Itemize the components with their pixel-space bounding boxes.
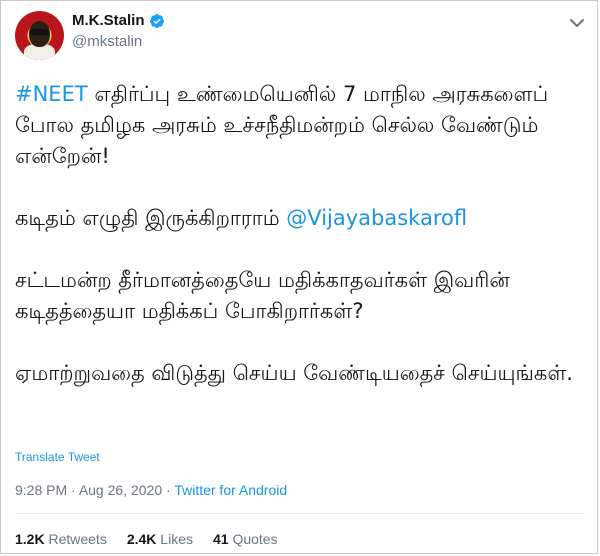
meta-separator: ·	[67, 482, 79, 498]
retweets-count: 1.2K	[15, 531, 45, 547]
likes-stat[interactable]: 2.4K Likes	[127, 531, 193, 547]
tweet-card: M.K.Stalin @mkstalin #NEET எதிர்ப்பு உண்…	[0, 0, 598, 554]
avatar-glasses	[30, 29, 49, 35]
meta-separator: ·	[162, 482, 175, 498]
tweet-time[interactable]: 9:28 PM	[15, 482, 67, 498]
tweet-date[interactable]: Aug 26, 2020	[79, 482, 162, 498]
likes-label: Likes	[156, 531, 193, 547]
more-options-chevron-icon[interactable]	[567, 13, 587, 33]
tweet-source-link[interactable]: Twitter for Android	[174, 482, 287, 498]
tweet-paragraph-2-text: கடிதம் எழுதி இருக்கிறாராம்	[15, 206, 287, 230]
mention-link[interactable]: @Vijayabaskarofl	[286, 206, 467, 230]
tweet-paragraph-1: #NEET எதிர்ப்பு உண்மையெனில் 7 மாநில அரசு…	[15, 79, 585, 172]
author-display-name[interactable]: M.K.Stalin	[72, 12, 145, 29]
author-name-row[interactable]: M.K.Stalin	[72, 12, 165, 29]
tweet-meta: 9:28 PM · Aug 26, 2020 · Twitter for And…	[15, 482, 287, 498]
author-handle[interactable]: @mkstalin	[72, 33, 142, 50]
avatar[interactable]	[15, 11, 64, 60]
retweets-stat[interactable]: 1.2K Retweets	[15, 531, 107, 547]
divider	[15, 513, 585, 514]
quotes-stat[interactable]: 41 Quotes	[213, 531, 278, 547]
quotes-label: Quotes	[228, 531, 278, 547]
likes-count: 2.4K	[126, 531, 157, 547]
tweet-paragraph-3: சட்டமன்ற தீர்மானத்தையே மதிக்காதவர்கள் இவ…	[15, 268, 510, 323]
tweet-paragraph-4: ஏமாற்றுவதை விடுத்து செய்ய வேண்டியதைச் செ…	[15, 361, 573, 385]
translate-tweet-link[interactable]: Translate Tweet	[15, 450, 100, 464]
hashtag-link[interactable]: #NEET	[15, 82, 88, 106]
retweets-label: Retweets	[44, 531, 107, 547]
tweet-paragraph-1-text: எதிர்ப்பு உண்மையெனில் 7 மாநில அரசுகளைப் …	[15, 82, 549, 168]
quotes-count: 41	[212, 531, 229, 547]
verified-badge-icon	[149, 13, 165, 29]
tweet-text: #NEET எதிர்ப்பு உண்மையெனில் 7 மாநில அரசு…	[15, 79, 585, 420]
tweet-paragraph-2: கடிதம் எழுதி இருக்கிறாராம் @Vijayabaskar…	[15, 203, 585, 234]
tweet-stats: 1.2K Retweets 2.4K Likes 41 Quotes	[15, 531, 278, 547]
